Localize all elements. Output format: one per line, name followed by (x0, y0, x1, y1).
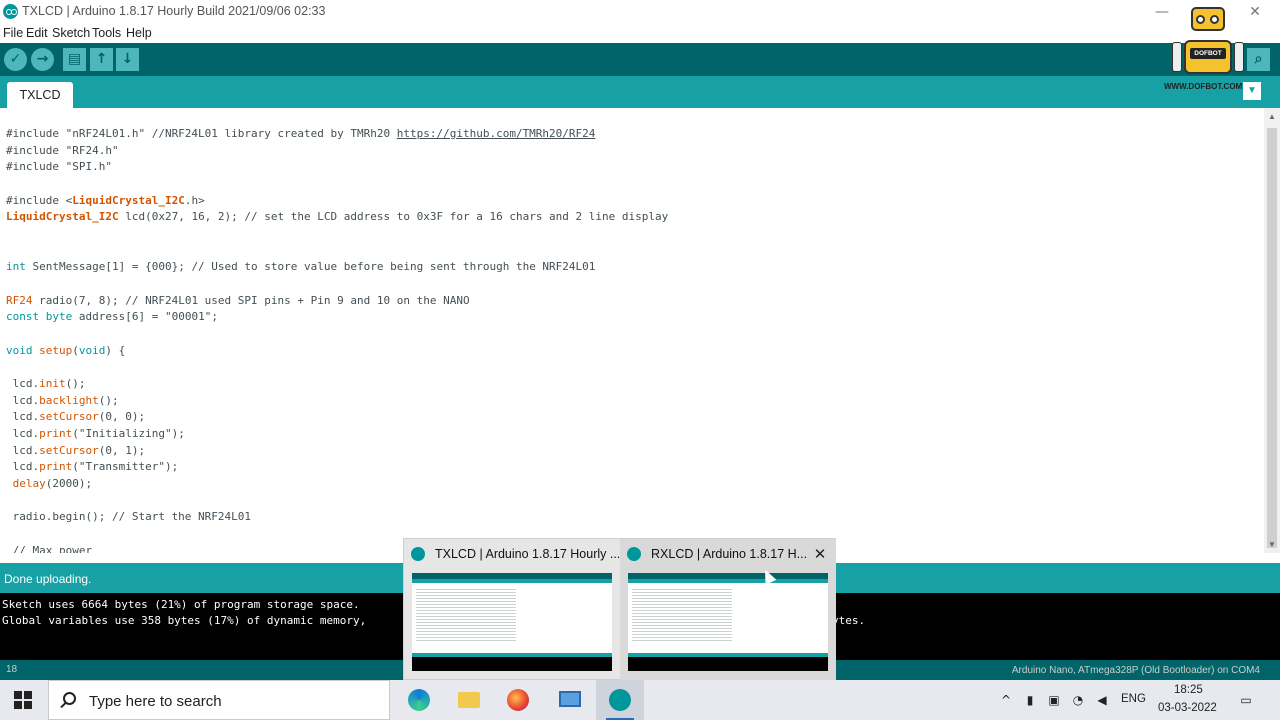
robot-body: DOFBOT (1184, 40, 1232, 74)
windows-start-icon[interactable] (14, 691, 32, 709)
wifi-icon[interactable]: ◔ (1070, 692, 1086, 708)
robot-eye (1210, 15, 1219, 24)
code-line: lcd.print("Initializing"); (6, 427, 185, 440)
clock-date[interactable]: 03-03-2022 (1158, 702, 1217, 714)
robot-head (1191, 7, 1225, 31)
preview-rxlcd[interactable]: RXLCD | Arduino 1.8.17 H... ✕ (620, 539, 836, 681)
code-line: int SentMessage[1] = {000}; // Used to s… (6, 260, 596, 273)
taskbar-search[interactable]: Type here to search (48, 680, 390, 720)
brand-url: WWW.DOFBOT.COM (1164, 82, 1243, 91)
code-line: lcd.init(); (6, 377, 86, 390)
code-line: #include <LiquidCrystal_I2C.h> (6, 194, 205, 207)
arduino-logo-icon (627, 547, 641, 561)
edge-icon[interactable] (395, 680, 443, 720)
search-icon (63, 692, 76, 705)
clock-time[interactable]: 18:25 (1174, 684, 1203, 696)
code-line: lcd.setCursor(0, 0); (6, 410, 146, 423)
chevron-up-icon[interactable]: ^ (998, 692, 1014, 708)
robot-eye (1196, 15, 1205, 24)
menu-bar: File Edit Sketch Tools Help (0, 24, 1280, 43)
preview-thumbnail[interactable] (412, 573, 612, 671)
code-line: #include "nRF24L01.h" //NRF24L01 library… (6, 127, 596, 140)
preview-title: TXLCD | Arduino 1.8.17 Hourly ... (435, 547, 621, 561)
brand-plate: DOFBOT (1190, 48, 1226, 59)
microphone-icon[interactable]: ▮ (1022, 692, 1038, 708)
code-line: #include "RF24.h" (6, 144, 119, 157)
close-icon[interactable]: ✕ (809, 543, 831, 565)
console-line-tail: ytes. (832, 614, 866, 627)
editor-scrollbar[interactable]: ▲ ▼ (1264, 108, 1280, 553)
status-message: Done uploading. (4, 572, 92, 586)
preview-txlcd[interactable]: TXLCD | Arduino 1.8.17 Hourly ... (404, 539, 620, 681)
screen-icon[interactable]: ▣ (1046, 692, 1062, 708)
code-line: radio.begin(); // Start the NRF24L01 (6, 510, 252, 523)
title-bar: TXLCD | Arduino 1.8.17 Hourly Build 2021… (0, 0, 1280, 24)
tab-bar: TXLCD ▼ (0, 76, 1280, 108)
preview-thumbnail[interactable] (628, 573, 828, 671)
github-link[interactable]: https://github.com/TMRh20/RF24 (397, 127, 596, 140)
taskbar-window-previews: TXLCD | Arduino 1.8.17 Hourly ... RXLCD … (403, 538, 836, 681)
robot-arm (1172, 42, 1182, 72)
toolbar: ✓ → ▤ ↑ ↓ ⌕ (0, 43, 1280, 76)
taskbar: Type here to search ^ ▮ ▣ ◔ ◀ ENG 18:25 … (0, 680, 1280, 720)
firefox-icon[interactable] (494, 680, 542, 720)
code-line: lcd.backlight(); (6, 394, 119, 407)
arduino-logo-icon (3, 4, 18, 19)
menu-help[interactable]: Help (126, 26, 152, 40)
arduino-icon[interactable] (596, 680, 644, 720)
code-line: // Max power (6, 544, 93, 553)
tab-txlcd[interactable]: TXLCD (7, 82, 73, 108)
verify-button[interactable]: ✓ (4, 48, 27, 71)
preview-title: RXLCD | Arduino 1.8.17 H... (651, 547, 808, 561)
search-placeholder: Type here to search (89, 693, 222, 710)
code-line: lcd.setCursor(0, 1); (6, 444, 146, 457)
file-explorer-icon[interactable] (445, 680, 493, 720)
menu-sketch[interactable]: Sketch (52, 26, 90, 40)
code-line: const byte address[6] = "00001"; (6, 310, 218, 323)
window-title: TXLCD | Arduino 1.8.17 Hourly Build 2021… (22, 4, 326, 18)
open-button[interactable]: ↑ (90, 48, 113, 71)
volume-icon[interactable]: ◀ (1094, 692, 1110, 708)
scroll-up-icon[interactable]: ▲ (1267, 112, 1277, 122)
code-editor[interactable]: #include "nRF24L01.h" //NRF24L01 library… (0, 108, 1264, 553)
robot-arm (1234, 42, 1244, 72)
scroll-down-icon[interactable]: ▼ (1267, 540, 1277, 550)
board-info: Arduino Nano, ATmega328P (Old Bootloader… (1011, 665, 1260, 676)
code-line: delay(2000); (12, 477, 93, 490)
language-indicator[interactable]: ENG (1121, 693, 1146, 705)
console-line: Sketch uses 6664 bytes (21%) of program … (2, 598, 360, 611)
pc-icon[interactable] (546, 680, 594, 720)
line-number: 18 (6, 664, 18, 675)
menu-file[interactable]: File (3, 26, 23, 40)
dofbot-watermark: DOFBOT WWW.DOFBOT.COM (1160, 2, 1260, 94)
code-line: void setup(void) { (6, 344, 126, 357)
arduino-logo-icon (411, 547, 425, 561)
code-line: lcd.print("Transmitter"); (6, 460, 179, 473)
code-line: LiquidCrystal_I2C lcd(0x27, 16, 2); // s… (6, 210, 669, 223)
menu-tools[interactable]: Tools (92, 26, 121, 40)
new-button[interactable]: ▤ (63, 48, 86, 71)
code-line: #include "SPI.h" (6, 160, 112, 173)
console-line: Global variables use 358 bytes (17%) of … (2, 614, 367, 627)
notification-icon[interactable]: ▭ (1238, 692, 1254, 708)
save-button[interactable]: ↓ (116, 48, 139, 71)
upload-button[interactable]: → (31, 48, 54, 71)
scrollbar-thumb[interactable] (1267, 128, 1277, 548)
code-line: RF24 radio(7, 8); // NRF24L01 used SPI p… (6, 294, 470, 307)
menu-edit[interactable]: Edit (26, 26, 48, 40)
